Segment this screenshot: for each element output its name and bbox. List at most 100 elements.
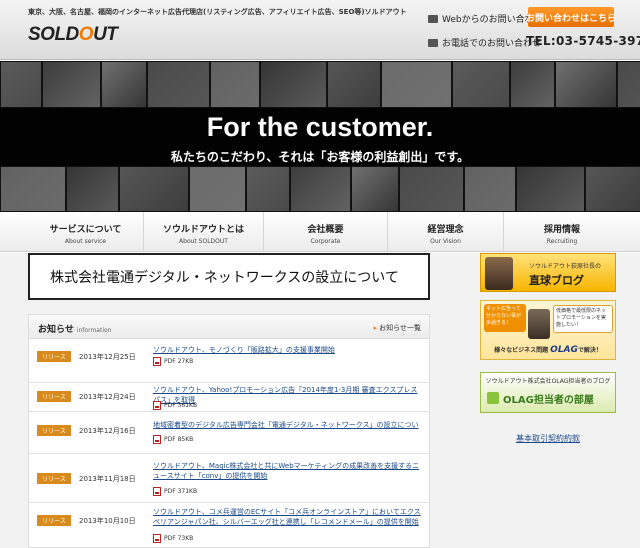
nav-item-sub: Corporate [310,238,341,245]
speech-bubble-right: 低価格で最低限のネットプロモーションを実施したい！ [553,305,613,333]
nav-item-label: サービスについて [49,225,122,235]
news-link[interactable]: 地域密着型のデジタル広告専門会社「電通デジタル・ネットワークス」の設立につい [153,420,423,430]
pdf-icon [153,435,161,444]
olag-service-caption: 様々なビジネス問題 OLAGで解決！ [481,345,615,355]
news-link[interactable]: ソウルドアウト、モノづくり「販路拡大」の支援事業開始 [153,345,423,355]
news-item: リリース 2013年12月24日 ソウルドアウト、Yahoo!プロモーション広告… [29,383,429,412]
hero-photo-tile [516,166,585,212]
hero-photo-tile [381,61,452,108]
olag-caption-tail: で解決！ [577,347,602,354]
logo-text-main: SOLD [28,24,79,45]
news-date: 2013年11月18日 [79,475,136,483]
hero-photo-tile [0,61,42,108]
nav-item-sub: Recruiting [546,238,578,245]
news-date: 2013年12月25日 [79,353,136,361]
hero-photo-tile [0,166,66,212]
person-image [528,309,550,339]
olag-blog-title: OLAG担当者の部屋 [503,395,594,406]
header-tagline: 東京、大阪、名古屋、福岡のインターネット広告代理店(リスティング広告、アフィリエ… [28,8,407,16]
nav-item-sub: About service [64,238,107,245]
olag-room-icon [487,392,499,404]
hero-photo-tile [210,61,260,108]
nav-item-corporate[interactable]: 会社概要 Corporate [264,212,388,252]
hero-photo-tile [464,166,516,212]
release-badge: リリース [37,425,71,436]
blog-banner-caption: ソウルドアウト荻原社長の [529,263,602,270]
hero-photo-tile [66,166,119,212]
news-item: リリース 2013年12月25日 ソウルドアウト、モノづくり「販路拡大」の支援事… [29,340,429,383]
news-title-text: お知らせ [38,325,74,335]
hero-title: For the customer. [206,112,434,142]
ceo-avatar [485,257,513,290]
olag-blog-banner[interactable]: ソウルドアウト株式会社OLAG担当者のブログ OLAG担当者の部屋 [480,372,616,413]
olag-blog-caption: ソウルドアウト株式会社OLAG担当者のブログ [485,378,611,385]
news-pdf-size: PDF 85KB [164,436,194,443]
main-nav: サービスについて About service ソウルドアウトとは About S… [0,212,640,252]
news-pdf-size: PDF 361KB [164,402,198,409]
pdf-icon [153,487,161,496]
nav-item-label: 経営理念 [427,225,464,235]
envelope-icon [428,14,438,23]
hero-photo-tile [119,166,189,212]
nav-item-about-service[interactable]: サービスについて About service [28,212,144,252]
news-list-link[interactable]: お知らせ一覧 [374,323,421,333]
pdf-icon [153,401,161,410]
pdf-icon [153,534,161,543]
hero-photo-tile [101,61,147,108]
phone-icon [428,38,438,47]
news-pdf-size: PDF 27KB [164,358,194,365]
news-item: リリース 2013年10月10日 ソウルドアウト、コメ兵運営のECサイト「コメ兵… [29,503,429,547]
terms-link[interactable]: 基本取引契約約款 [480,433,616,444]
hero-photo-tile [246,166,290,212]
nav-item-about-soldout[interactable]: ソウルドアウトとは About SOLDOUT [144,212,264,252]
olag-caption-lead: 様々なビジネス問題 [494,347,549,354]
release-badge: リリース [37,515,71,526]
news-link[interactable]: ソウルドアウト、コメ兵運営のECサイト「コメ兵オンラインストア」においてエクスペ… [153,507,423,527]
announcement-text: 株式会社電通デジタル・ネットワークスの設立について [50,269,399,286]
news-date: 2013年12月16日 [79,427,136,435]
ceo-blog-banner[interactable]: ソウルドアウト荻原社長の 直球ブログ [480,253,616,292]
news-pdf-link[interactable]: PDF 371KB [153,487,197,496]
logo-text-accent: O [78,24,94,45]
hero-photo-tile [585,166,640,212]
release-badge: リリース [37,473,71,484]
nav-item-vision[interactable]: 経営理念 Our Vision [388,212,504,252]
hero-photo-tile [327,61,381,108]
hero-subtitle: 私たちのこだわり、それは「お客様の利益創出」です。 [170,150,470,164]
nav-item-recruiting[interactable]: 採用情報 Recruiting [504,212,620,252]
news-link[interactable]: ソウルドアウト、Magic株式会社と共にWebマーケティングの成果改善を支援する… [153,461,423,481]
hero-photo-tile [452,61,510,108]
olag-service-banner[interactable]: ネット広告って分からない事が多過ぎる！ 低価格で最低限のネットプロモーションを実… [480,300,616,360]
blog-banner-title: 直球ブログ [529,274,584,287]
nav-item-label: 採用情報 [543,225,580,235]
news-pdf-link[interactable]: PDF 73KB [153,534,193,543]
speech-bubble-left: ネット広告って分からない事が多過ぎる！ [484,304,526,332]
news-header: お知らせinformation お知らせ一覧 [29,315,429,339]
release-badge: リリース [37,351,71,362]
news-pdf-link[interactable]: PDF 27KB [153,357,193,366]
hero-photo-tile [189,166,246,212]
news-item: リリース 2013年11月18日 ソウルドアウト、Magic株式会社と共にWeb… [29,454,429,503]
nav-item-sub: About SOLDOUT [179,238,228,245]
hero-photo-tile [399,166,464,212]
news-section: お知らせinformation お知らせ一覧 リリース 2013年12月25日 … [28,314,430,548]
news-title: お知らせ information [38,322,111,335]
hero-photo-tile [617,61,640,108]
logo-text-tail: UT [93,24,118,45]
news-pdf-link[interactable]: PDF 85KB [153,435,193,444]
phone-contact: お電話でのお問い合わせ [428,36,541,49]
contact-button[interactable]: お問い合わせはこちら [526,7,616,27]
phone-number: TEL:03-5745-3977 [526,34,640,48]
hero-photo-tile [290,166,351,212]
news-title-en: information [76,327,112,334]
hero-photo-tile [260,61,327,108]
hero-photo-tile [510,61,555,108]
announcement-banner[interactable]: 株式会社電通デジタル・ネットワークスの設立について [28,253,430,300]
hero-banner: For the customer. 私たちのこだわり、それは「お客様の利益創出」… [0,61,640,212]
nav-item-sub: Our Vision [430,238,461,245]
release-badge: リリース [37,391,71,402]
soldout-logo[interactable]: SOLDOUT [28,24,118,46]
hero-photo-tile [42,61,101,108]
news-date: 2013年12月24日 [79,393,136,401]
news-pdf-link[interactable]: PDF 361KB [153,401,197,410]
